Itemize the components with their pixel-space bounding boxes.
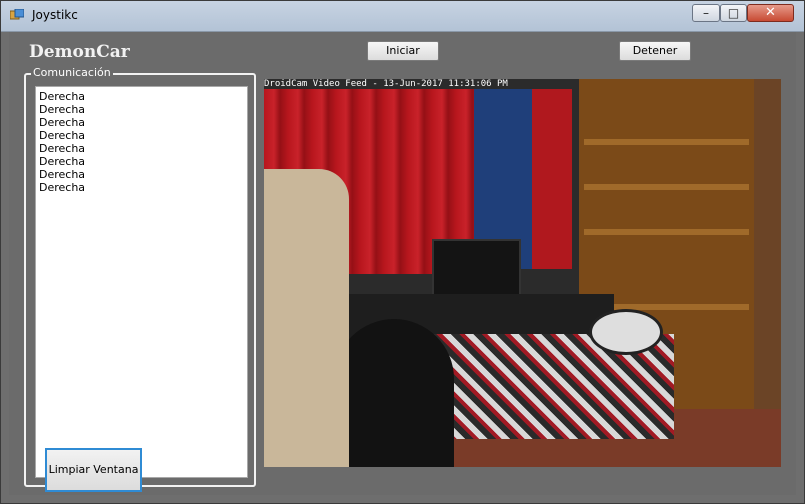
list-item[interactable]: Derecha bbox=[37, 181, 85, 194]
brand-title: DemonCar bbox=[29, 42, 130, 62]
start-button[interactable]: Iniciar bbox=[367, 41, 439, 61]
list-item[interactable]: Derecha bbox=[37, 168, 85, 181]
window-title: Joystikc bbox=[32, 8, 78, 22]
title-bar[interactable]: Joystikc – □ ✕ bbox=[1, 1, 804, 32]
list-item[interactable]: Derecha bbox=[37, 129, 85, 142]
list-item[interactable]: Derecha bbox=[37, 142, 85, 155]
video-shelf-board bbox=[584, 184, 749, 190]
video-person bbox=[264, 169, 349, 467]
close-button[interactable]: ✕ bbox=[747, 4, 794, 22]
clear-window-button[interactable]: Limpiar Ventana bbox=[45, 448, 142, 492]
list-item[interactable]: Derecha bbox=[37, 103, 85, 116]
stop-button[interactable]: Detener bbox=[619, 41, 691, 61]
close-icon: ✕ bbox=[765, 5, 776, 20]
app-window: Joystikc – □ ✕ DemonCar Iniciar Detener … bbox=[0, 0, 805, 504]
communication-group-label: Comunicación bbox=[31, 66, 113, 79]
communication-log[interactable]: Derecha Derecha Derecha Derecha Derecha … bbox=[35, 86, 248, 492]
list-item[interactable]: Derecha bbox=[37, 155, 85, 168]
app-window-icon bbox=[10, 9, 24, 20]
video-caption: DroidCam Video Feed - 13-Jun-2017 11:31:… bbox=[264, 79, 508, 89]
minimize-icon: – bbox=[703, 6, 709, 20]
communication-group: Comunicación Derecha Derecha Derecha Der… bbox=[24, 66, 256, 492]
video-drum bbox=[589, 309, 663, 355]
maximize-icon: □ bbox=[727, 6, 740, 20]
video-chair bbox=[334, 319, 454, 467]
video-curtain bbox=[532, 89, 572, 269]
minimize-button[interactable]: – bbox=[692, 4, 720, 22]
video-feed: DroidCam Video Feed - 13-Jun-2017 11:31:… bbox=[264, 79, 781, 467]
video-shelf-board bbox=[584, 139, 749, 145]
maximize-button[interactable]: □ bbox=[720, 4, 747, 22]
list-item[interactable]: Derecha bbox=[37, 90, 85, 103]
video-shelf-board bbox=[584, 229, 749, 235]
list-item[interactable]: Derecha bbox=[37, 116, 85, 129]
video-monitor bbox=[432, 239, 521, 298]
main-panel: DemonCar Iniciar Detener Comunicación De… bbox=[9, 32, 796, 495]
